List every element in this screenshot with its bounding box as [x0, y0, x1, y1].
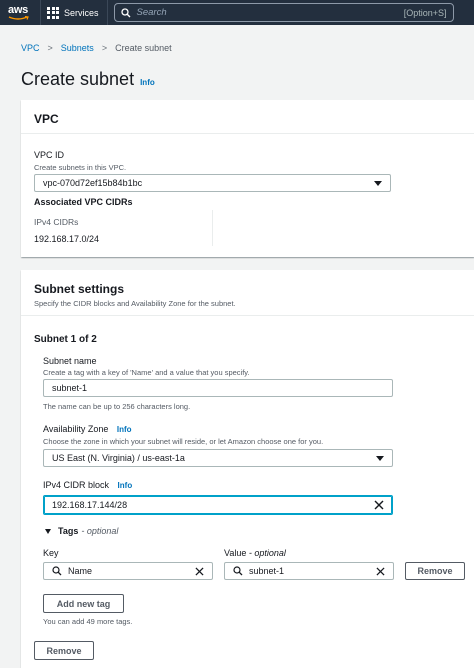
- aws-logo[interactable]: aws: [0, 0, 40, 25]
- aws-smile-icon: [8, 15, 29, 20]
- vpc-id-description: Create subnets in this VPC.: [34, 163, 127, 172]
- remove-tag-button[interactable]: Remove: [405, 562, 465, 580]
- cidr-value: 192.168.17.144/28: [52, 500, 128, 510]
- tag-key-label: Key: [43, 548, 59, 558]
- cidr-info-link[interactable]: Info: [118, 481, 133, 490]
- page-info-link[interactable]: Info: [140, 78, 155, 87]
- subnet-settings-header: Subnet settings Specify the CIDR blocks …: [21, 270, 474, 316]
- caret-down-icon: [374, 180, 382, 186]
- cidr-input[interactable]: 192.168.17.144/28: [43, 495, 393, 515]
- breadcrumb-current: Create subnet: [115, 43, 172, 53]
- search-shortcut: [Option+S]: [403, 7, 447, 18]
- subnet-name-label: Subnet name: [43, 356, 97, 366]
- vpc-id-select[interactable]: vpc-070d72ef15b84b1bc: [34, 174, 391, 192]
- az-label: Availability Zone: [43, 424, 109, 434]
- ipv4-cidrs-label: IPv4 CIDRs: [34, 217, 79, 227]
- az-select[interactable]: US East (N. Virginia) / us-east-1a: [43, 449, 393, 467]
- chevron-right-icon: >: [47, 43, 53, 53]
- tags-optional: optional: [86, 526, 119, 536]
- az-description: Choose the zone in which your subnet wil…: [43, 437, 324, 446]
- vpc-id-value: vpc-070d72ef15b84b1bc: [43, 178, 143, 188]
- subnet-settings-title: Subnet settings: [34, 282, 125, 296]
- subnet-settings-description: Specify the CIDR blocks and Availability…: [34, 299, 236, 308]
- tag-value-label-row: Value - optional: [224, 548, 286, 558]
- tag-key-value: Name: [68, 566, 93, 576]
- tag-value-label: Value: [224, 548, 247, 558]
- search-placeholder: Search: [136, 7, 167, 18]
- breadcrumb: VPC > Subnets > Create subnet: [21, 43, 172, 53]
- az-value: US East (N. Virginia) / us-east-1a: [52, 453, 185, 463]
- vpc-id-label: VPC ID: [34, 150, 65, 160]
- page-title: Create subnet: [21, 69, 135, 89]
- az-label-row: Availability Zone Info: [43, 424, 132, 434]
- search-icon: [52, 566, 62, 576]
- top-navigation: aws Services Search [Option+S]: [0, 0, 474, 25]
- tag-key-input[interactable]: Name: [43, 562, 213, 580]
- chevron-right-icon: >: [101, 43, 108, 53]
- subnet-name-value: subnet-1: [52, 383, 88, 393]
- nav-divider: [106, 0, 108, 25]
- search-icon: [233, 566, 243, 576]
- vpc-panel: VPC VPC ID Create subnets in this VPC. v…: [21, 100, 474, 257]
- clear-icon[interactable]: [195, 566, 204, 576]
- column-divider: [212, 210, 213, 246]
- grid-icon: [47, 6, 59, 19]
- caret-down-icon: [376, 455, 384, 461]
- subnet-name-description: Create a tag with a key of 'Name' and a …: [43, 368, 250, 377]
- clear-icon[interactable]: [374, 500, 384, 510]
- services-label: Services: [64, 7, 99, 18]
- add-new-tag-button[interactable]: Add new tag: [43, 594, 124, 613]
- remove-subnet-button[interactable]: Remove: [34, 641, 94, 660]
- services-menu-button[interactable]: Services: [41, 0, 107, 25]
- tag-value-value: subnet-1: [249, 566, 285, 576]
- page-title-row: Create subnet Info: [21, 69, 155, 90]
- tags-label: Tags: [58, 526, 79, 536]
- tag-value-input[interactable]: subnet-1: [224, 562, 394, 580]
- search-input[interactable]: Search [Option+S]: [113, 3, 454, 22]
- search-icon: [120, 7, 131, 17]
- subnet-settings-panel: Subnet settings Specify the CIDR blocks …: [21, 270, 474, 668]
- associated-cidrs-title: Associated VPC CIDRs: [34, 197, 133, 207]
- subnet-heading: Subnet 1 of 2: [34, 334, 97, 345]
- vpc-panel-title: VPC: [34, 112, 59, 126]
- breadcrumb-vpc[interactable]: VPC: [21, 43, 40, 53]
- cidr-label-row: IPv4 CIDR block Info: [43, 480, 132, 490]
- az-info-link[interactable]: Info: [117, 425, 132, 434]
- tags-expander[interactable]: Tags - optional: [45, 526, 118, 536]
- breadcrumb-subnets[interactable]: Subnets: [61, 43, 94, 53]
- tag-value-optional: optional: [254, 548, 286, 558]
- clear-icon[interactable]: [376, 566, 385, 576]
- ipv4-cidr-value: 192.168.17.0/24: [34, 234, 100, 244]
- vpc-panel-header: VPC: [21, 100, 474, 134]
- tags-hint: You can add 49 more tags.: [43, 617, 133, 626]
- cidr-label: IPv4 CIDR block: [43, 480, 110, 490]
- subnet-name-hint: The name can be up to 256 characters lon…: [43, 402, 191, 411]
- subnet-name-input[interactable]: subnet-1: [43, 379, 393, 397]
- caret-down-icon: [45, 528, 51, 534]
- aws-logo-text: aws: [8, 3, 28, 16]
